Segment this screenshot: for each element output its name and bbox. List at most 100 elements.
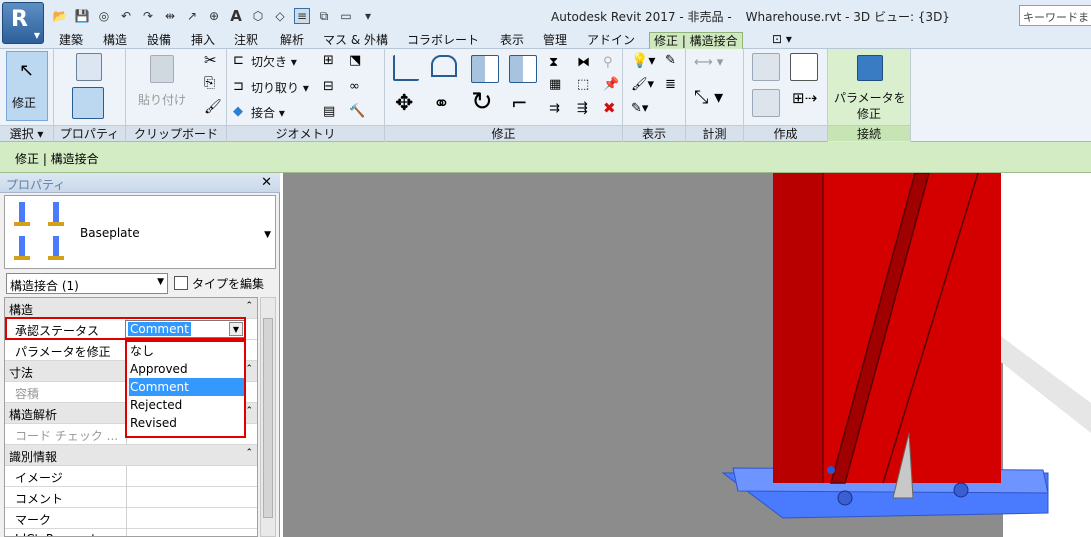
cope-icon[interactable]: ⬔ xyxy=(349,53,361,68)
move-icon[interactable]: ✥ xyxy=(395,91,413,116)
dropdown-option[interactable]: Approved xyxy=(129,360,244,378)
property-row[interactable]: コメント xyxy=(5,487,257,508)
align-icon[interactable] xyxy=(393,55,419,81)
trim-extend-single-icon[interactable]: ⇉ xyxy=(549,101,560,116)
array-icon[interactable]: ▦ xyxy=(549,77,561,92)
property-row[interactable]: マーク xyxy=(5,508,257,529)
copy-icon[interactable]: ⎘ xyxy=(204,75,215,91)
open-icon[interactable]: 📂 xyxy=(52,8,68,24)
properties-toggle-icon[interactable] xyxy=(72,87,104,119)
linework-icon[interactable]: 🖌▾ xyxy=(631,77,654,92)
create-assembly-icon[interactable] xyxy=(752,89,780,117)
split-face-icon[interactable]: ⊟ xyxy=(323,79,334,94)
tab-structure[interactable]: 構造 xyxy=(103,32,127,49)
split-gap-icon[interactable]: ⧓ xyxy=(577,55,590,70)
rotate-icon[interactable]: ↻ xyxy=(471,87,493,117)
property-row[interactable]: IdCtcParameter xyxy=(5,529,257,536)
filter-icon[interactable]: ≣ xyxy=(665,77,676,92)
measure-between-icon[interactable]: ⟷ ▾ xyxy=(694,55,723,70)
tab-massing-site[interactable]: マス & 外構 xyxy=(323,32,388,49)
trim-label[interactable]: 切り取り ▾ xyxy=(251,79,309,96)
customize-qat-icon[interactable]: ▾ xyxy=(360,8,376,24)
tab-manage[interactable]: 管理 xyxy=(543,32,567,49)
property-group-row[interactable]: 構造 ⌃ xyxy=(5,298,257,319)
measure-icon[interactable]: ⇹ xyxy=(162,8,178,24)
offset-icon[interactable] xyxy=(431,55,457,77)
create-part-icon[interactable] xyxy=(752,53,780,81)
dropdown-option[interactable]: Comment xyxy=(129,378,244,396)
match-properties-icon[interactable]: 🖌 xyxy=(204,99,222,115)
collapse-icon[interactable]: ⌃ xyxy=(245,301,253,311)
mirror-draw-axis-icon[interactable] xyxy=(509,55,537,83)
paint-icon[interactable]: ∞ xyxy=(349,79,360,94)
tab-collaborate[interactable]: コラボレート xyxy=(407,32,479,49)
join-label[interactable]: 接合 ▾ xyxy=(251,104,285,121)
copy-element-icon[interactable]: ⚭ xyxy=(433,91,450,115)
save-icon[interactable]: 💾 xyxy=(74,8,90,24)
property-row[interactable]: イメージ xyxy=(5,466,257,487)
switch-windows-icon[interactable]: ▭ xyxy=(338,8,354,24)
similar-icon[interactable]: ⊞⇢ xyxy=(792,89,817,107)
modify-parameters-icon[interactable] xyxy=(857,55,883,81)
demolish-icon[interactable]: 🔨 xyxy=(349,104,365,119)
beam-join-icon[interactable]: ▤ xyxy=(323,104,335,119)
section-icon[interactable]: ◇ xyxy=(272,8,288,24)
dropdown-option[interactable]: Revised xyxy=(129,414,244,432)
thin-lines-icon[interactable]: ≡ xyxy=(294,8,310,24)
search-input[interactable]: キーワードま xyxy=(1019,5,1091,26)
tab-modify-structural-connection[interactable]: 修正 | 構造接合 xyxy=(649,32,743,49)
dropdown-option[interactable]: なし xyxy=(129,342,244,360)
unpin-icon[interactable]: ⚲ xyxy=(603,55,613,70)
create-group-icon[interactable] xyxy=(790,53,818,81)
collapse-icon[interactable]: ⌃ xyxy=(245,406,253,416)
hide-bulb-icon[interactable]: 💡▾ xyxy=(631,53,655,69)
cut-icon[interactable]: ✂ xyxy=(204,51,217,69)
type-properties-icon[interactable] xyxy=(76,53,102,81)
tab-architecture[interactable]: 建築 xyxy=(59,32,83,49)
mirror-pick-axis-icon[interactable] xyxy=(471,55,499,83)
3d-view-icon[interactable]: ⬡ xyxy=(250,8,266,24)
edit-type-button[interactable]: タイプを編集 xyxy=(174,273,264,294)
scrollbar-thumb[interactable] xyxy=(263,318,273,518)
aligned-dimension-icon[interactable]: ⤡ ▾ xyxy=(694,87,723,108)
sync-icon[interactable]: ◎ xyxy=(96,8,112,24)
type-selector[interactable]: Baseplate ▼ xyxy=(4,195,276,269)
modify-button[interactable]: ↖ 修正 xyxy=(6,51,48,121)
instance-filter-select[interactable]: 構造接合 (1) ▼ xyxy=(6,273,168,294)
ribbon-minimize-icon[interactable]: ⊡ ▾ xyxy=(772,31,792,48)
tag-icon[interactable]: ⊕ xyxy=(206,8,222,24)
split-element-icon[interactable]: ⧗ xyxy=(549,55,558,70)
close-icon[interactable]: ✕ xyxy=(261,175,272,190)
text-icon[interactable]: A xyxy=(228,7,244,25)
wall-joins-icon[interactable]: ⊞ xyxy=(323,53,334,68)
paste-icon[interactable] xyxy=(150,55,174,83)
tab-addins[interactable]: アドイン xyxy=(587,32,635,49)
modify-parameters-label-1[interactable]: パラメータを xyxy=(834,89,906,106)
collapse-icon[interactable]: ⌃ xyxy=(245,448,253,458)
property-group-row[interactable]: 識別情報 ⌃ xyxy=(5,445,257,466)
trim-extend-icon[interactable]: ⌐ xyxy=(511,91,528,115)
undo-icon[interactable]: ↶ xyxy=(118,8,134,24)
paste-label[interactable]: 貼り付け xyxy=(138,91,186,108)
tab-annotate[interactable]: 注釈 xyxy=(234,32,258,49)
dropdown-option[interactable]: Rejected xyxy=(129,396,244,414)
pin-icon[interactable]: 📌 xyxy=(603,77,619,92)
tab-analyze[interactable]: 解析 xyxy=(280,32,304,49)
collapse-icon[interactable]: ⌃ xyxy=(245,364,253,374)
trim-extend-multiple-icon[interactable]: ⇶ xyxy=(577,101,588,116)
delete-icon[interactable]: ✖ xyxy=(603,99,616,117)
dimension-icon[interactable]: ↗ xyxy=(184,8,200,24)
application-menu-button[interactable]: R ▼ xyxy=(2,2,44,44)
tab-view[interactable]: 表示 xyxy=(500,32,524,49)
3d-viewport[interactable] xyxy=(283,173,1091,537)
panel-select-label[interactable]: 選択 ▾ xyxy=(0,125,53,141)
close-hidden-icon[interactable]: ⧉ xyxy=(316,8,332,24)
override-graphics-icon[interactable]: ✎ xyxy=(665,53,676,68)
scale-icon[interactable]: ⬚ xyxy=(577,77,589,92)
tab-systems[interactable]: 設備 xyxy=(147,32,171,49)
tab-insert[interactable]: 挿入 xyxy=(191,32,215,49)
modify-parameters-label-2[interactable]: 修正 xyxy=(857,105,881,122)
properties-scrollbar[interactable] xyxy=(260,297,276,537)
cut-geometry-label[interactable]: 切欠き ▾ xyxy=(251,53,297,70)
chevron-down-icon[interactable]: ▼ xyxy=(264,230,271,240)
